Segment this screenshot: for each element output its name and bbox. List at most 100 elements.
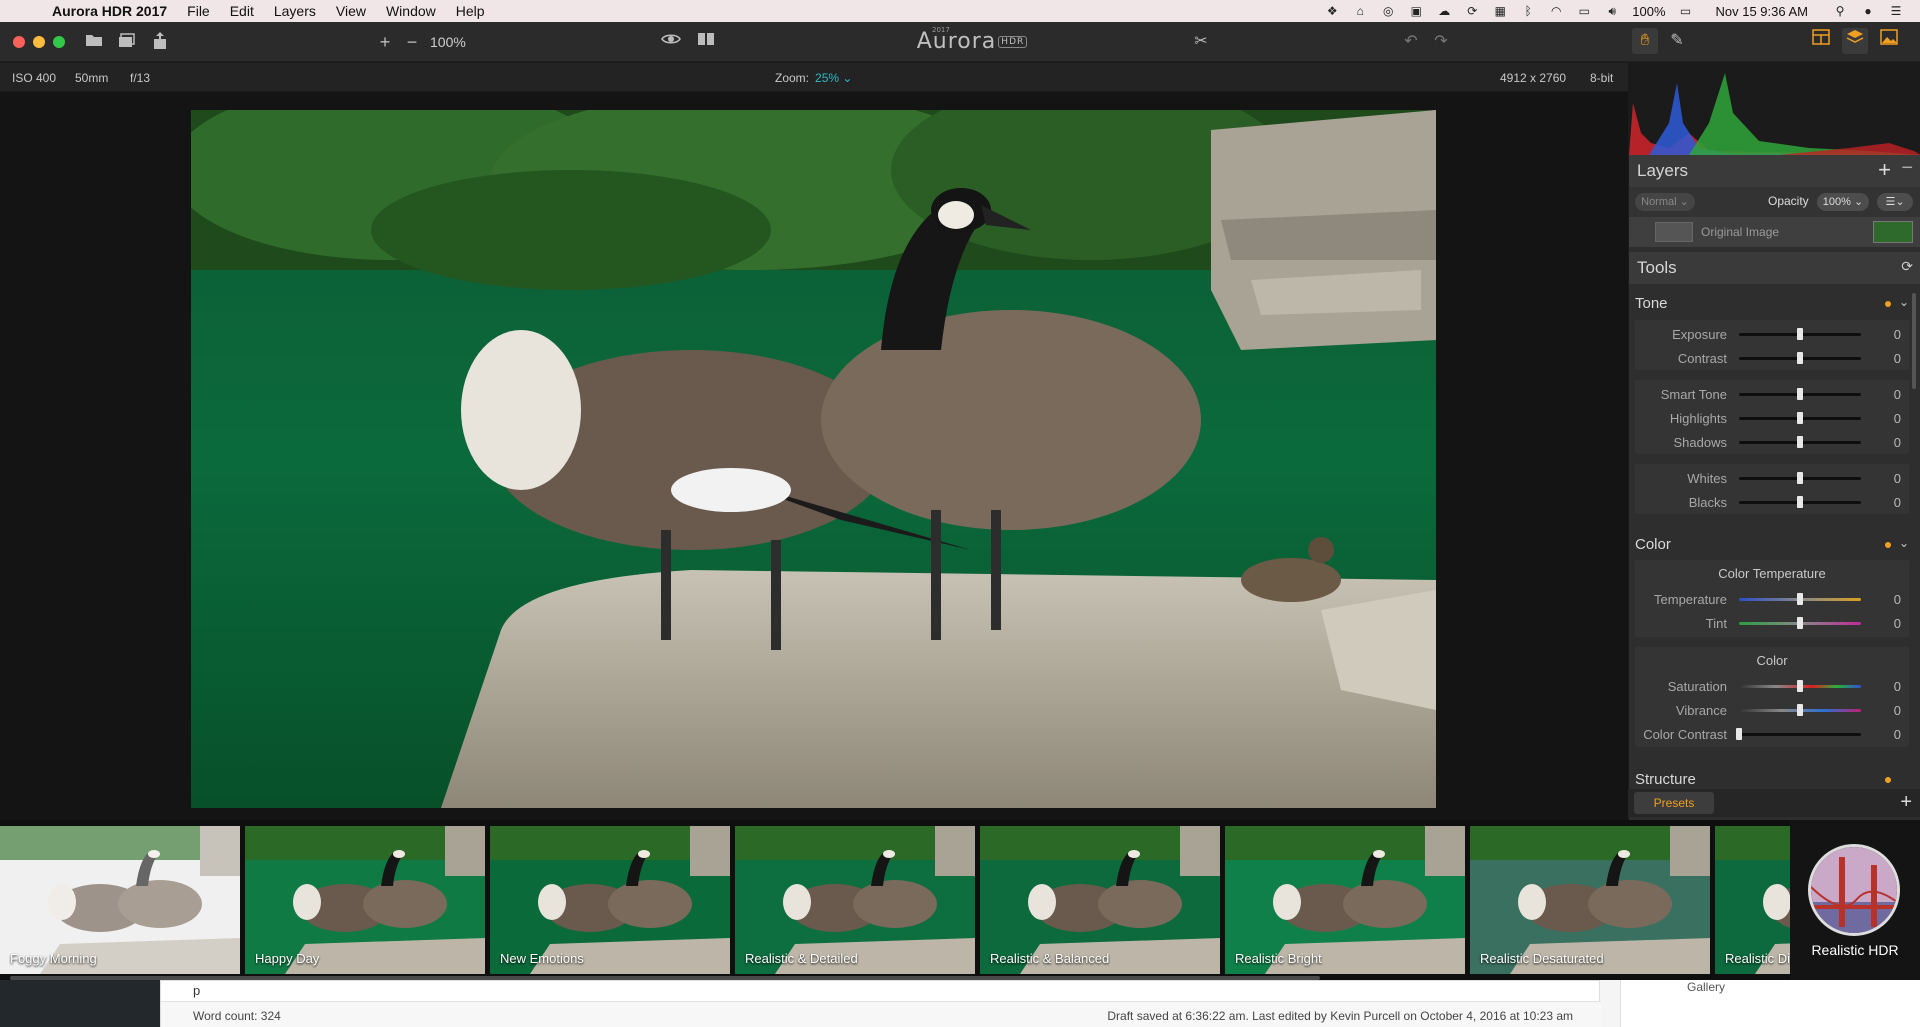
preset-thumbnail[interactable]: Realistic Desaturated <box>1470 826 1710 974</box>
battery-percent[interactable]: 100% <box>1632 4 1665 19</box>
slider-knob[interactable] <box>1797 436 1803 448</box>
redo-icon[interactable]: ↷ <box>1432 32 1450 52</box>
presets-panel-icon[interactable] <box>1876 28 1902 54</box>
zoom-level[interactable]: 100% <box>430 34 466 50</box>
preset-thumbnail[interactable]: Realistic & Balanced <box>980 826 1220 974</box>
preset-thumbnail[interactable]: Happy Day <box>245 826 485 974</box>
menu-layers[interactable]: Layers <box>264 0 326 22</box>
menu-window[interactable]: Window <box>376 0 446 22</box>
slider-track[interactable] <box>1736 728 1861 740</box>
slider-track[interactable] <box>1739 328 1861 340</box>
close-window-button[interactable] <box>13 36 25 48</box>
image-canvas[interactable] <box>0 92 1628 820</box>
preset-category[interactable]: Realistic HDR <box>1790 820 1920 980</box>
add-preset-icon[interactable]: + <box>1900 791 1912 814</box>
slider-knob[interactable] <box>1797 412 1803 424</box>
presets-tab[interactable]: Presets <box>1634 792 1714 814</box>
add-layer-icon[interactable]: + <box>1878 157 1891 183</box>
preset-thumbnail[interactable]: Foggy Morning <box>0 826 240 974</box>
tools-scrollbar[interactable] <box>1912 293 1916 389</box>
menu-app-name[interactable]: Aurora HDR 2017 <box>44 0 177 22</box>
blend-mode-dropdown[interactable]: Normal ⌄ <box>1635 193 1695 211</box>
layer-menu-icon[interactable]: ☰⌄ <box>1877 193 1913 211</box>
bluetooth-icon[interactable]: ᛒ <box>1520 4 1536 18</box>
slider-knob[interactable] <box>1797 472 1803 484</box>
batch-icon[interactable] <box>117 32 137 52</box>
slider-track[interactable] <box>1739 593 1861 605</box>
sync-icon[interactable]: ⟳ <box>1464 4 1480 18</box>
share-export-icon[interactable] <box>150 32 170 52</box>
zoom-out-icon[interactable]: − <box>404 32 420 52</box>
creative-cloud-icon[interactable]: ◎ <box>1380 4 1396 18</box>
siri-icon[interactable]: ● <box>1860 4 1876 18</box>
slider-saturation[interactable]: Saturation 0 <box>1635 676 1909 696</box>
slider-exposure[interactable]: Exposure 0 <box>1635 324 1909 344</box>
layer-mask-thumb[interactable] <box>1655 222 1693 242</box>
main-photo[interactable] <box>191 110 1436 808</box>
slider-tint[interactable]: Tint 0 <box>1635 613 1909 633</box>
slider-track[interactable] <box>1739 412 1861 424</box>
slider-track[interactable] <box>1739 704 1861 716</box>
open-folder-icon[interactable] <box>84 32 104 52</box>
tone-section-header[interactable]: Tone ⌄ <box>1633 289 1913 317</box>
volume-icon[interactable]: 🔊︎ <box>1604 4 1620 18</box>
slider-color-contrast[interactable]: Color Contrast 0 <box>1635 724 1909 744</box>
slider-whites[interactable]: Whites 0 <box>1635 468 1909 488</box>
hand-tool-icon[interactable]: ✋︎ <box>1632 28 1658 54</box>
slider-knob[interactable] <box>1736 728 1742 740</box>
menubar-clock[interactable]: Nov 15 9:36 AM <box>1716 4 1809 19</box>
slider-temperature[interactable]: Temperature 0 <box>1635 589 1909 609</box>
calendar-icon[interactable]: ▣ <box>1408 4 1424 18</box>
slider-track[interactable] <box>1739 680 1861 692</box>
zoom-control[interactable]: Zoom: 25% ⌄ <box>775 71 852 85</box>
airplay-icon[interactable]: ▭ <box>1576 4 1592 18</box>
slider-track[interactable] <box>1739 352 1861 364</box>
slider-knob[interactable] <box>1797 352 1803 364</box>
slider-track[interactable] <box>1739 388 1861 400</box>
menu-view[interactable]: View <box>326 0 376 22</box>
slider-track[interactable] <box>1739 436 1861 448</box>
preview-eye-icon[interactable] <box>660 32 682 52</box>
layer-image-thumb[interactable] <box>1873 221 1913 243</box>
menu-file[interactable]: File <box>177 0 220 22</box>
slider-track[interactable] <box>1739 472 1861 484</box>
opacity-dropdown[interactable]: 100% ⌄ <box>1817 193 1869 211</box>
slider-track[interactable] <box>1739 617 1861 629</box>
wifi-icon[interactable]: ◠ <box>1548 4 1564 18</box>
slider-knob[interactable] <box>1797 617 1803 629</box>
slider-contrast[interactable]: Contrast 0 <box>1635 348 1909 368</box>
slider-shadows[interactable]: Shadows 0 <box>1635 432 1909 452</box>
remove-layer-icon[interactable]: − <box>1901 157 1913 180</box>
slider-blacks[interactable]: Blacks 0 <box>1635 492 1909 512</box>
preset-thumbnail[interactable]: New Emotions <box>490 826 730 974</box>
app-icon[interactable]: ▦ <box>1492 4 1508 18</box>
slider-track[interactable] <box>1739 496 1861 508</box>
brush-tool-icon[interactable]: ✎ <box>1664 28 1690 54</box>
zoom-window-button[interactable] <box>53 36 65 48</box>
preset-thumbnail[interactable]: Realistic & Detailed <box>735 826 975 974</box>
slider-knob[interactable] <box>1797 680 1803 692</box>
category-thumbnail[interactable] <box>1808 844 1900 936</box>
menu-help[interactable]: Help <box>446 0 495 22</box>
structure-section-header[interactable]: Structure <box>1633 765 1913 787</box>
layout-panel-icon[interactable] <box>1808 28 1834 54</box>
crop-tool-icon[interactable]: ✂ <box>1190 32 1212 52</box>
slider-knob[interactable] <box>1797 593 1803 605</box>
zoom-dropdown[interactable]: 25% ⌄ <box>815 71 852 85</box>
battery-icon[interactable]: ▭ <box>1678 4 1694 18</box>
layers-panel-icon[interactable] <box>1842 28 1868 54</box>
preset-thumbnail[interactable]: Realistic Bright <box>1225 826 1465 974</box>
slider-smart-tone[interactable]: Smart Tone 0 <box>1635 384 1909 404</box>
slider-vibrance[interactable]: Vibrance 0 <box>1635 700 1909 720</box>
spotlight-search-icon[interactable]: ⚲ <box>1832 4 1848 18</box>
slider-knob[interactable] <box>1797 328 1803 340</box>
color-section-header[interactable]: Color ⌄ <box>1633 530 1913 558</box>
slider-highlights[interactable]: Highlights 0 <box>1635 408 1909 428</box>
reset-tools-icon[interactable]: ⟳ <box>1901 258 1913 275</box>
menu-edit[interactable]: Edit <box>220 0 264 22</box>
slider-knob[interactable] <box>1797 388 1803 400</box>
chevron-down-icon[interactable]: ⌄ <box>1899 295 1909 309</box>
slider-knob[interactable] <box>1797 704 1803 716</box>
undo-icon[interactable]: ↶ <box>1402 32 1420 52</box>
dropbox-icon[interactable]: ❖ <box>1324 4 1340 18</box>
